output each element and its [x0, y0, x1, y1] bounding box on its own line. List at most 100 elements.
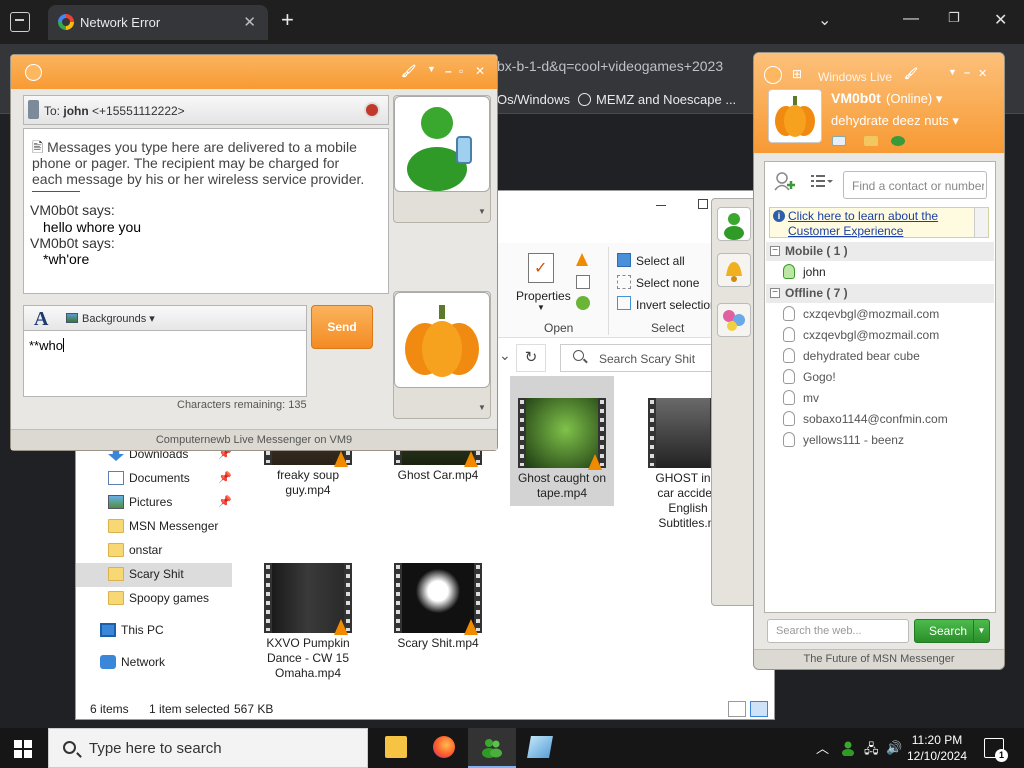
tab-search-icon[interactable] — [10, 12, 30, 32]
collapse-icon[interactable]: − — [770, 288, 780, 298]
restore-icon[interactable]: ❐ — [948, 10, 960, 26]
history-icon[interactable] — [576, 296, 590, 310]
email-icon[interactable] — [832, 136, 846, 146]
properties-icon[interactable] — [528, 253, 554, 283]
select-none-button[interactable]: Select none — [636, 276, 699, 290]
edit-icon[interactable] — [576, 275, 590, 289]
search-options-chevron-icon[interactable]: ▼ — [973, 620, 989, 642]
start-windows-icon[interactable] — [14, 740, 32, 758]
file-item-selected[interactable]: Ghost caught on tape.mp4 — [510, 376, 614, 506]
nav-item-scary-shit[interactable]: Scary Shit — [76, 563, 232, 587]
alerts-tab-icon[interactable] — [717, 253, 751, 287]
options-chevron-icon[interactable]: ▼ — [948, 67, 957, 77]
personal-message[interactable]: dehydrate deez nuts ▾ — [831, 113, 959, 129]
network-status-icon[interactable]: 🖧 — [864, 740, 880, 756]
explorer-maximize-icon[interactable] — [698, 199, 708, 209]
options-chevron-icon[interactable]: ▼ — [427, 64, 436, 74]
conversation-titlebar[interactable]: 🖌 ▼ – ▫ ✕ — [11, 55, 497, 89]
browser-tab[interactable]: Network Error ✕ — [48, 5, 268, 40]
taskbar-file-explorer[interactable] — [372, 728, 420, 768]
nav-item-this-pc[interactable]: This PC — [76, 619, 236, 643]
new-tab-icon[interactable]: + — [281, 9, 294, 31]
vlc-open-icon[interactable] — [576, 253, 588, 266]
contact-offline[interactable]: yellows111 - beenz — [783, 430, 989, 450]
gallery-tab-icon[interactable] — [717, 303, 751, 337]
explorer-minimize-icon[interactable] — [656, 205, 666, 206]
minimize-icon[interactable]: — — [903, 10, 919, 28]
clist-close-icon[interactable]: ✕ — [978, 67, 987, 80]
web-search-input[interactable]: Search the web... — [767, 619, 909, 643]
contacts-tab-icon[interactable] — [717, 207, 751, 241]
group-header-offline[interactable]: − Offline ( 7 ) — [766, 284, 994, 303]
customer-experience-link[interactable]: Click here to learn about the Customer E… — [788, 209, 972, 239]
contact-offline[interactable]: sobaxo1144@confmin.com — [783, 409, 989, 429]
taskbar-app[interactable] — [516, 728, 564, 768]
taskbar-search-input[interactable]: Type here to search — [48, 728, 368, 768]
web-search-button[interactable]: Search ▼ — [914, 619, 990, 643]
message-input[interactable]: **who — [23, 331, 307, 397]
my-status[interactable]: (Online) ▾ — [886, 91, 942, 107]
messenger-menu-icon[interactable] — [25, 64, 42, 81]
bookmark-memz[interactable]: MEMZ and Noescape ... — [578, 92, 736, 107]
properties-button[interactable]: Properties — [516, 289, 571, 303]
convo-close-icon[interactable]: ✕ — [475, 64, 485, 78]
banner-scrollbar[interactable] — [974, 208, 988, 237]
spaces-icon[interactable] — [864, 136, 878, 146]
tray-messenger-icon[interactable] — [840, 740, 856, 757]
contact-offline[interactable]: Gogo! — [783, 367, 989, 387]
address-dropdown-icon[interactable]: ⌄ — [499, 347, 511, 364]
add-contact-icon[interactable] — [773, 171, 797, 191]
taskbar-clock[interactable]: 11:20 PM 12/10/2024 — [902, 732, 972, 764]
bookmark-os-windows[interactable]: Os/Windows — [497, 92, 570, 107]
news-icon[interactable] — [891, 136, 905, 146]
nav-item-documents[interactable]: Documents 📌 — [76, 467, 236, 491]
refresh-button[interactable]: ↻ — [516, 344, 546, 372]
taskbar-firefox[interactable] — [420, 728, 468, 768]
contact-offline[interactable]: cxzqevbgl@mozmail.com — [783, 325, 989, 345]
taskbar-messenger[interactable] — [468, 728, 516, 768]
close-window-icon[interactable]: ✕ — [994, 10, 1007, 30]
tab-list-chevron-icon[interactable]: ⌄ — [818, 10, 831, 30]
file-item[interactable]: KXVO Pumpkin Dance - CW 15 Omaha.mp4 — [256, 541, 360, 680]
select-all-button[interactable]: Select all — [636, 254, 685, 268]
tray-chevron-up-icon[interactable]: ︿ — [816, 738, 832, 756]
avatar-chevron-icon[interactable]: ▼ — [478, 403, 486, 412]
contact-offline[interactable]: cxzqevbgl@mozmail.com — [783, 304, 989, 324]
tab-close-icon[interactable]: ✕ — [243, 13, 256, 31]
large-icons-view-icon[interactable] — [750, 701, 768, 717]
send-button[interactable]: Send — [311, 305, 373, 349]
notification-center-icon[interactable]: 1 — [984, 738, 1008, 762]
url-text[interactable]: bx-b-1-d&q=cool+videogames+2023 — [497, 58, 723, 74]
my-avatar[interactable] — [394, 292, 490, 388]
group-header-mobile[interactable]: − Mobile ( 1 ) — [766, 242, 994, 261]
contact-avatar[interactable] — [394, 96, 490, 192]
contact-john[interactable]: john — [783, 262, 989, 282]
volume-icon[interactable]: 🔊 — [886, 740, 902, 756]
clist-minimize-icon[interactable]: – — [964, 67, 970, 79]
font-icon[interactable]: A — [34, 308, 48, 331]
backgrounds-button[interactable]: Backgrounds ▾ — [82, 312, 155, 325]
my-display-picture[interactable] — [768, 89, 822, 143]
contact-offline[interactable]: mv — [783, 388, 989, 408]
my-display-name[interactable]: VM0b0t — [831, 90, 881, 106]
block-contact-icon[interactable] — [364, 102, 380, 118]
contact-offline[interactable]: dehydrated bear cube — [783, 346, 989, 366]
nav-item-spoopy-games[interactable]: Spoopy games — [76, 587, 236, 611]
menu-orb-icon[interactable] — [764, 66, 782, 84]
nav-item-pictures[interactable]: Pictures 📌 — [76, 491, 236, 515]
nav-item-onstar[interactable]: onstar — [76, 539, 236, 563]
convo-maximize-icon[interactable]: ▫ — [459, 64, 463, 78]
convo-minimize-icon[interactable]: – — [445, 64, 452, 78]
paint-icon[interactable]: 🖌 — [904, 67, 918, 80]
sort-options-icon[interactable] — [809, 171, 833, 191]
properties-chevron-icon[interactable]: ▼ — [537, 303, 545, 312]
find-contact-input[interactable]: Find a contact or number... — [843, 171, 987, 199]
nav-item-msn-messenger[interactable]: MSN Messenger — [76, 515, 236, 539]
nav-item-network[interactable]: Network — [76, 651, 236, 675]
collapse-icon[interactable]: − — [770, 246, 780, 256]
file-item[interactable]: Scary Shit.mp4 — [386, 541, 490, 671]
details-view-icon[interactable] — [728, 701, 746, 717]
invert-selection-button[interactable]: Invert selection — [636, 298, 717, 312]
avatar-chevron-icon[interactable]: ▼ — [478, 207, 486, 216]
paint-icon[interactable]: 🖌 — [401, 64, 416, 78]
